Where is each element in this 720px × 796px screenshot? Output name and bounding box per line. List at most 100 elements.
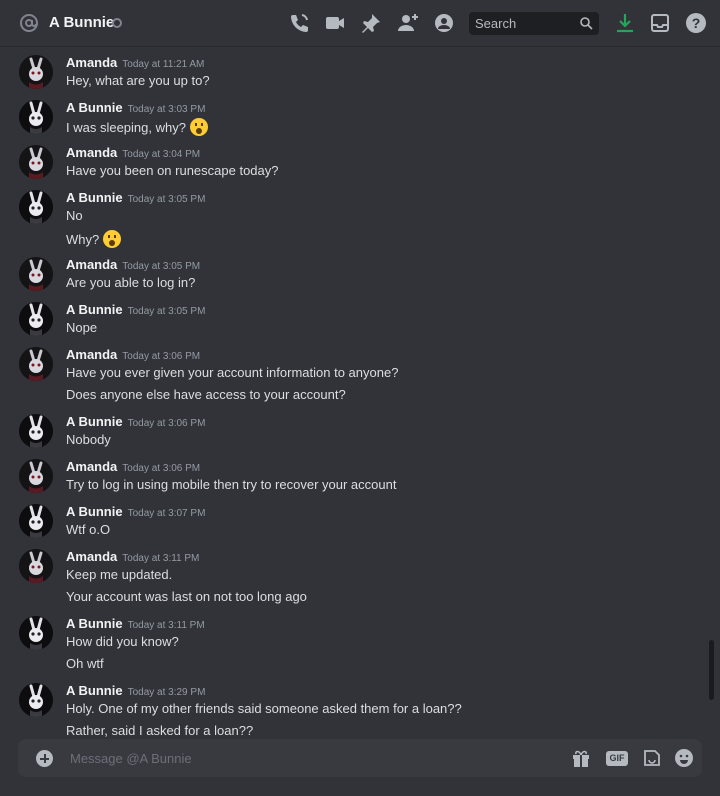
message-timestamp: Today at 3:04 PM — [122, 149, 201, 160]
avatar[interactable] — [19, 302, 53, 336]
author-name[interactable]: Amanda — [66, 145, 117, 160]
avatar[interactable] — [19, 190, 53, 224]
message-author[interactable]: Amanda Today at 3:04 PM — [66, 145, 200, 160]
message-author[interactable]: A Bunnie Today at 3:05 PM — [66, 302, 205, 317]
author-name[interactable]: A Bunnie — [66, 414, 123, 429]
avatar[interactable] — [19, 504, 53, 538]
astonished-face-emoji — [103, 230, 122, 248]
message-author[interactable]: Amanda Today at 3:06 PM — [66, 347, 200, 362]
message-text: Hey, what are you up to? — [66, 73, 210, 88]
avatar[interactable] — [19, 683, 53, 717]
author-name[interactable]: A Bunnie — [66, 100, 123, 115]
message-line: Nope — [66, 320, 98, 335]
message-author[interactable]: Amanda Today at 3:06 PM — [66, 459, 200, 474]
avatar[interactable] — [19, 459, 53, 493]
gif-icon[interactable]: GIF — [606, 751, 628, 766]
message-author[interactable]: A Bunnie Today at 3:03 PM — [66, 100, 205, 115]
message-line: Your account was last on not too long ag… — [66, 589, 307, 604]
author-name[interactable]: Amanda — [66, 55, 117, 70]
search-icon — [579, 16, 593, 30]
message-text: Nobody — [66, 432, 111, 447]
message-timestamp: Today at 3:05 PM — [127, 306, 206, 317]
avatar[interactable] — [19, 616, 53, 650]
author-name[interactable]: Amanda — [66, 459, 117, 474]
author-name[interactable]: A Bunnie — [66, 616, 123, 631]
message-timestamp: Today at 3:05 PM — [122, 261, 201, 272]
message-timestamp: Today at 3:05 PM — [127, 194, 206, 205]
offline-status-icon — [112, 18, 122, 28]
add-attachment-icon[interactable] — [36, 750, 53, 767]
message-text: Have you ever given your account informa… — [66, 365, 398, 380]
message-line: Why? — [66, 231, 100, 247]
avatar[interactable] — [19, 55, 53, 89]
channel-title[interactable]: A Bunnie — [49, 14, 114, 31]
message-text: Holy. One of my other friends said someo… — [66, 701, 462, 716]
message-timestamp: Today at 3:03 PM — [127, 104, 206, 115]
avatar[interactable] — [19, 414, 53, 448]
author-name[interactable]: Amanda — [66, 549, 117, 564]
message-text: Does anyone else have access to your acc… — [66, 387, 346, 402]
user-profile-icon[interactable] — [433, 12, 455, 34]
author-name[interactable]: A Bunnie — [66, 302, 123, 317]
message-line: Wtf o.O — [66, 522, 111, 537]
author-name[interactable]: A Bunnie — [66, 683, 123, 698]
message-text: Wtf o.O — [66, 522, 110, 537]
message-author[interactable]: Amanda Today at 3:11 PM — [66, 549, 199, 564]
message-author[interactable]: A Bunnie Today at 3:06 PM — [66, 414, 205, 429]
message-timestamp: Today at 3:06 PM — [122, 351, 201, 362]
inbox-icon[interactable] — [649, 12, 671, 34]
help-icon[interactable]: ? — [685, 12, 707, 34]
message-author[interactable]: A Bunnie Today at 3:07 PM — [66, 504, 205, 519]
message-input[interactable]: Message @A Bunnie — [70, 751, 192, 766]
message-line: Rather, said I asked for a loan?? — [66, 723, 254, 738]
message-line: How did you know? — [66, 634, 179, 649]
message-author[interactable]: Amanda Today at 3:05 PM — [66, 257, 200, 272]
add-friend-icon[interactable] — [397, 12, 419, 34]
avatar[interactable] — [19, 100, 53, 134]
message-composer[interactable]: Message @A Bunnie GIF — [18, 739, 702, 777]
message-text: Why? — [66, 230, 122, 248]
message-text: Keep me updated. — [66, 567, 172, 582]
message-line: No — [66, 208, 83, 223]
message-line: Nobody — [66, 432, 111, 447]
video-call-icon[interactable] — [324, 12, 346, 34]
author-name[interactable]: Amanda — [66, 347, 117, 362]
message-line: Keep me updated. — [66, 567, 173, 582]
message-author[interactable]: A Bunnie Today at 3:11 PM — [66, 616, 205, 631]
message-timestamp: Today at 3:11 PM — [127, 620, 205, 631]
sticker-icon[interactable] — [642, 748, 662, 768]
message-text: How did you know? — [66, 634, 179, 649]
download-icon[interactable] — [614, 12, 636, 34]
svg-text:?: ? — [692, 15, 701, 31]
message-line: Try to log in using mobile then try to r… — [66, 477, 397, 492]
message-text: Try to log in using mobile then try to r… — [66, 477, 396, 492]
message-text: Oh wtf — [66, 656, 104, 671]
gift-icon[interactable] — [571, 748, 591, 768]
message-author[interactable]: A Bunnie Today at 3:05 PM — [66, 190, 205, 205]
avatar[interactable] — [19, 145, 53, 179]
avatar[interactable] — [19, 257, 53, 291]
message-text: Your account was last on not too long ag… — [66, 589, 307, 604]
message-author[interactable]: A Bunnie Today at 3:29 PM — [66, 683, 205, 698]
message-line: Oh wtf — [66, 656, 104, 671]
avatar[interactable] — [19, 347, 53, 381]
message-text: No — [66, 208, 83, 223]
message-timestamp: Today at 3:06 PM — [122, 463, 201, 474]
search-bar[interactable]: Search — [469, 12, 599, 35]
message-list: Amanda Today at 11:21 AM Hey, what are you… — [0, 48, 708, 738]
message-scrollbar[interactable] — [709, 640, 714, 700]
call-icon[interactable] — [288, 12, 310, 34]
message-timestamp: Today at 3:11 PM — [122, 553, 200, 564]
author-name[interactable]: A Bunnie — [66, 504, 123, 519]
author-name[interactable]: A Bunnie — [66, 190, 123, 205]
avatar[interactable] — [19, 549, 53, 583]
message-author[interactable]: Amanda Today at 11:21 AM — [66, 55, 204, 70]
search-placeholder: Search — [475, 16, 517, 31]
message-timestamp: Today at 11:21 AM — [122, 59, 205, 70]
emoji-icon[interactable] — [674, 748, 694, 768]
author-name[interactable]: Amanda — [66, 257, 117, 272]
message-text: Nope — [66, 320, 97, 335]
message-line: Are you able to log in? — [66, 275, 196, 290]
pin-icon[interactable] — [360, 12, 382, 34]
channel-header: A Bunnie Search ? — [0, 0, 720, 47]
